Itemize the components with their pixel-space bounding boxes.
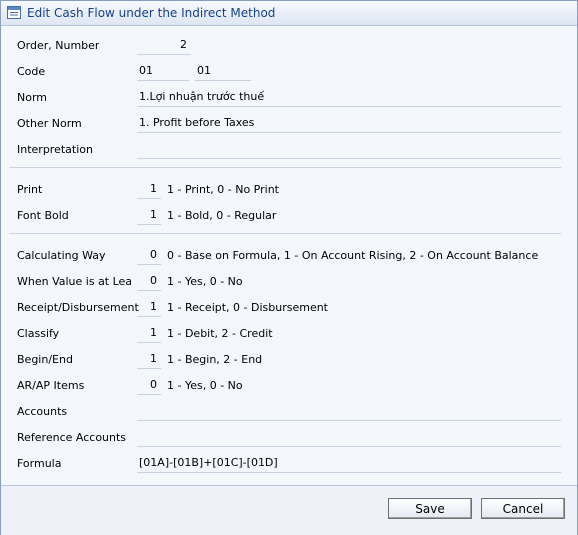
accounts-field[interactable] <box>137 403 561 421</box>
when-value-label: When Value is at Least 0 <box>17 275 131 288</box>
other-norm-label: Other Norm <box>17 117 82 130</box>
accounts-label: Accounts <box>17 405 68 418</box>
begin-end-label: Begin/End <box>17 353 73 366</box>
norm-label: Norm <box>17 91 48 104</box>
calculating-way-hint: 0 - Base on Formula, 1 - On Account Risi… <box>167 249 539 262</box>
interpretation-field[interactable] <box>137 141 561 159</box>
print-field[interactable]: 1 <box>137 181 161 199</box>
code-label: Code <box>17 65 46 78</box>
reference-accounts-label: Reference Accounts <box>17 431 127 444</box>
calculating-way-label: Calculating Way <box>17 249 106 262</box>
button-bar: Save Cancel <box>1 485 577 535</box>
form-body: Order, Number 2 Code 01 01 Norm 1.Lợi nh… <box>1 25 577 485</box>
begin-end-hint: 1 - Begin, 2 - End <box>167 353 263 366</box>
print-label: Print <box>17 183 43 196</box>
classify-field[interactable]: 1 <box>137 325 161 343</box>
save-button[interactable]: Save <box>388 498 472 519</box>
receipt-disbursement-label: Receipt/Disbursement <box>17 301 139 314</box>
form-icon <box>7 6 21 19</box>
norm-field[interactable]: 1.Lợi nhuận trước thuế <box>137 89 561 107</box>
begin-end-field[interactable]: 1 <box>137 351 161 369</box>
separator-1 <box>9 167 561 168</box>
font-bold-field[interactable]: 1 <box>137 207 161 225</box>
separator-2 <box>9 233 561 234</box>
print-hint: 1 - Print, 0 - No Print <box>167 183 279 196</box>
receipt-disbursement-hint: 1 - Receipt, 0 - Disbursement <box>167 301 328 314</box>
interpretation-label: Interpretation <box>17 143 93 156</box>
ar-ap-items-label: AR/AP Items <box>17 379 85 392</box>
cancel-button[interactable]: Cancel <box>481 498 565 519</box>
when-value-hint: 1 - Yes, 0 - No <box>167 275 243 288</box>
font-bold-label: Font Bold <box>17 209 69 222</box>
code-field-1[interactable]: 01 <box>137 63 189 81</box>
window-title: Edit Cash Flow under the Indirect Method <box>27 6 276 20</box>
formula-field[interactable]: [01A]-[01B]+[01C]-[01D] <box>137 455 561 473</box>
classify-hint: 1 - Debit, 2 - Credit <box>167 327 273 340</box>
order-number-label: Order, Number <box>17 39 100 52</box>
ar-ap-items-hint: 1 - Yes, 0 - No <box>167 379 243 392</box>
code-field-2[interactable]: 01 <box>195 63 251 81</box>
when-value-field[interactable]: 0 <box>137 273 161 291</box>
title-bar: Edit Cash Flow under the Indirect Method <box>1 1 577 26</box>
other-norm-field[interactable]: 1. Profit before Taxes <box>137 115 561 133</box>
reference-accounts-field[interactable] <box>137 429 561 447</box>
font-bold-hint: 1 - Bold, 0 - Regular <box>167 209 277 222</box>
order-number-field[interactable]: 2 <box>137 37 191 55</box>
calculating-way-field[interactable]: 0 <box>137 247 161 265</box>
classify-label: Classify <box>17 327 60 340</box>
formula-label: Formula <box>17 457 62 470</box>
edit-cash-flow-dialog: Edit Cash Flow under the Indirect Method… <box>0 0 578 535</box>
ar-ap-items-field[interactable]: 0 <box>137 377 161 395</box>
receipt-disbursement-field[interactable]: 1 <box>137 299 161 317</box>
